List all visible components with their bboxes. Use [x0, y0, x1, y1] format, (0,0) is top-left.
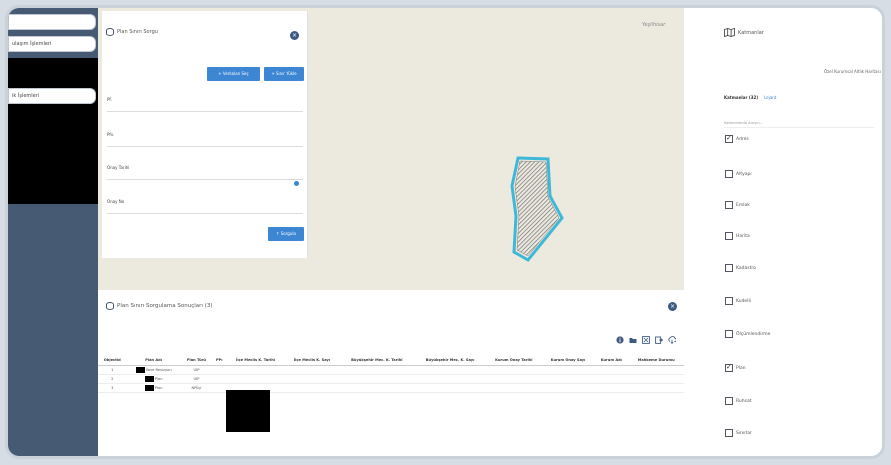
parcel-polygon[interactable]	[506, 156, 566, 262]
redacted-menu-area	[8, 58, 98, 204]
layer-item-plan[interactable]: Plan	[725, 363, 746, 372]
checkbox[interactable]	[725, 232, 733, 240]
column-header[interactable]: PPı	[212, 358, 227, 366]
sidebar-item-label: ik İşlemleri	[12, 93, 40, 99]
search-panel: Plan Sınırı Sorgu × + Verkalan Seç + Sın…	[102, 11, 308, 258]
checkbox[interactable]	[725, 297, 733, 305]
layer-item-harita[interactable]: Harita	[725, 232, 750, 240]
sidebar-item-islemler[interactable]: ik İşlemleri	[8, 88, 96, 104]
sidebar-item-label: ulaşım İşlemleri	[12, 41, 52, 47]
column-header[interactable]: Kurum Adı	[594, 358, 629, 366]
column-header[interactable]: Büyükşehir Mec. K. Sayı	[414, 358, 486, 366]
map-place-label: Yeşilhisar	[642, 22, 666, 28]
results-panel: Plan Sınırı Sorgulama Sonuçları (3) × Ob…	[98, 290, 684, 456]
info-icon[interactable]	[294, 181, 299, 186]
database-icon	[106, 28, 114, 36]
export-excel-icon[interactable]	[642, 336, 650, 344]
column-header[interactable]: Büyükşehir Mec. K. Tarihi	[339, 358, 415, 366]
redacted-block	[144, 376, 154, 382]
field-label: Onay Tarihi	[107, 165, 130, 170]
redacted-block	[144, 385, 154, 391]
layers-panel: Katmanlar Özel Kurumsal Altlık Haritası …	[684, 8, 882, 456]
layer-item-ruhsat[interactable]: Ruhsat	[725, 397, 752, 405]
sidebar-item-ulasim[interactable]: ulaşım İşlemleri	[8, 36, 96, 52]
window-frame: ulaşım İşlemleri ik İşlemleri Yeşilhisar	[0, 0, 891, 465]
column-header[interactable]: Kurum Onay Tarihi	[485, 358, 542, 366]
field-label: Pfv.	[107, 132, 115, 137]
sidebar-item-1[interactable]	[8, 14, 96, 30]
sidebar: ulaşım İşlemleri ik İşlemleri	[8, 8, 98, 456]
layer-item-adres[interactable]: Adres	[725, 134, 749, 143]
pfv-input[interactable]	[107, 146, 303, 147]
column-header[interactable]: Objectid	[98, 358, 127, 366]
layers-title: Katmanlar	[724, 28, 764, 37]
layer-item-kudelli[interactable]: Kudelli	[725, 297, 751, 305]
app-window: ulaşım İşlemleri ik İşlemleri Yeşilhisar	[5, 5, 885, 459]
table-header-row: Objectid Plan Adı Plan Türü PPı İlçe Mec…	[98, 358, 684, 366]
pf-input[interactable]	[107, 111, 303, 112]
folder-icon[interactable]	[629, 336, 637, 344]
column-header[interactable]: Mahkeme Durumu	[628, 358, 684, 366]
close-icon[interactable]: ×	[290, 31, 299, 40]
database-icon	[106, 302, 114, 310]
basemap-select[interactable]: Özel Kurumsal Altlık Haritası	[824, 69, 881, 74]
table-row[interactable]: 1 İlave Revizyon UIP	[98, 365, 684, 375]
info-icon[interactable]	[616, 336, 624, 344]
layer-item-altyapi[interactable]: Altyapı	[725, 170, 752, 178]
download-icon[interactable]	[668, 336, 676, 344]
results-toolbar	[616, 336, 676, 344]
checkbox[interactable]	[725, 264, 733, 272]
checkbox[interactable]	[725, 330, 733, 338]
export-file-icon[interactable]	[655, 336, 663, 344]
close-icon[interactable]: ×	[668, 302, 677, 311]
layer-tabs: Katmanlar (32) Lejant	[724, 95, 776, 100]
checkbox[interactable]	[725, 134, 733, 143]
table-row[interactable]: 3 Plan NPİİçi	[98, 383, 684, 393]
layer-item-kadastro[interactable]: Kadastro	[725, 264, 756, 272]
redacted-block	[226, 390, 270, 432]
column-header[interactable]: Plan Türü	[180, 358, 213, 366]
upload-boundary-button[interactable]: + Sınır Yükle	[264, 67, 304, 81]
table-row[interactable]: 2 Plan UIP	[98, 374, 684, 384]
column-header[interactable]: Kurum Onay Sayı	[541, 358, 595, 366]
search-panel-title: Plan Sınırı Sorgu	[106, 28, 158, 36]
checkbox[interactable]	[725, 170, 733, 178]
checkbox[interactable]	[725, 397, 733, 405]
layer-item-emlak[interactable]: Emlak	[725, 201, 750, 209]
layer-search-input[interactable]: Katmanlarda Arayın...	[724, 121, 874, 128]
results-title: Plan Sınırı Sorgulama Sonuçları (3)	[106, 302, 212, 310]
column-header[interactable]: İlçe Meclis K. Sayı	[284, 358, 340, 366]
redacted-block	[135, 367, 145, 373]
tab-legend[interactable]: Lejant	[764, 95, 776, 100]
column-header[interactable]: Plan Adı	[126, 358, 181, 366]
checkbox[interactable]	[725, 201, 733, 209]
field-label: Onay No	[107, 199, 125, 204]
checkbox[interactable]	[725, 429, 733, 437]
layer-item-sinirlar[interactable]: Sınırlar	[725, 429, 752, 437]
approval-no-input[interactable]	[107, 213, 303, 214]
select-vertex-button[interactable]: + Verkalan Seç	[207, 67, 260, 81]
layer-item-olcumlendirme[interactable]: Ölçümlendirme	[725, 330, 770, 338]
column-header[interactable]: İlçe Meclis K. Tarihi	[226, 358, 285, 366]
query-button[interactable]: ↑ Sorgula	[268, 227, 304, 241]
results-table: Objectid Plan Adı Plan Türü PPı İlçe Mec…	[98, 358, 684, 393]
map-icon	[724, 28, 735, 37]
field-label: Pf.	[107, 97, 112, 102]
approval-date-input[interactable]	[107, 179, 303, 180]
tab-layers[interactable]: Katmanlar (32)	[724, 95, 758, 100]
checkbox[interactable]	[725, 363, 733, 372]
